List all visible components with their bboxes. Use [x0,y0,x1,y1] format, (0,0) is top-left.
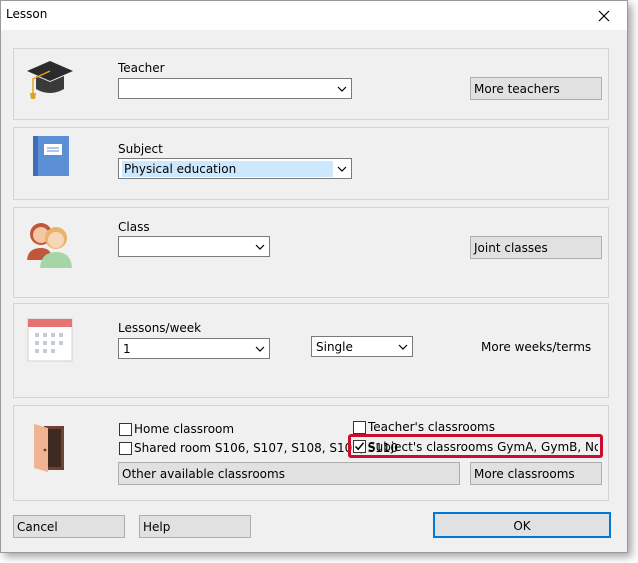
more-weeks-terms-button[interactable]: More weeks/terms [481,340,591,354]
lesson-type-select[interactable]: Single [311,336,413,357]
subject-select[interactable]: Physical education [118,158,352,179]
calendar-icon [27,318,73,362]
window-title: Lesson [6,7,48,21]
graduation-cap-icon [27,61,73,99]
subject-select-value: Physical education [122,161,333,177]
close-icon [598,10,610,21]
joint-classes-button[interactable]: Joint classes [470,236,602,259]
teacher-panel: Teacher More teachers [13,48,609,120]
class-panel: Class Joint classes [13,207,609,298]
more-classrooms-button[interactable]: More classrooms [470,462,602,485]
class-select[interactable] [118,236,270,257]
door-icon [34,424,64,472]
classrooms-panel: Home classroom Shared room S106, S107, S… [13,405,609,501]
subjects-classrooms-label: Subject's classrooms GymA, GymB, Normal:… [368,440,598,454]
teachers-classrooms-label: Teacher's classrooms [368,420,495,434]
subjects-classrooms-checkbox[interactable] [353,440,366,453]
ok-label: OK [513,519,531,533]
home-classroom-checkbox[interactable] [119,423,132,436]
book-icon [33,136,69,176]
subject-panel: Subject Physical education [13,127,609,200]
lesson-type-value: Single [316,340,353,354]
more-classrooms-label: More classrooms [474,467,575,481]
cancel-button[interactable]: Cancel [13,515,125,538]
title-bar: Lesson [1,1,627,30]
chevron-down-icon [398,344,408,350]
lessons-week-label: Lessons/week [118,321,202,335]
chevron-down-icon [337,166,347,172]
help-label: Help [143,520,171,534]
joint-classes-label: Joint classes [474,241,548,255]
lessons-week-value: 1 [123,342,131,356]
help-button[interactable]: Help [139,515,251,538]
close-button[interactable] [581,1,627,30]
teacher-select[interactable] [118,78,352,99]
class-label: Class [118,220,150,234]
lessons-week-select[interactable]: 1 [118,338,270,359]
other-available-classrooms-button[interactable]: Other available classrooms [118,462,460,485]
ok-button[interactable]: OK [433,512,611,538]
subject-label: Subject [118,142,163,156]
chevron-down-icon [255,346,265,352]
shared-room-checkbox[interactable] [119,442,132,455]
chevron-down-icon [337,86,347,92]
teacher-label: Teacher [118,61,165,75]
cancel-label: Cancel [17,520,58,534]
chevron-down-icon [255,244,265,250]
teachers-classrooms-checkbox[interactable] [353,421,366,434]
students-icon [27,223,72,268]
home-classroom-label: Home classroom [134,422,235,436]
checkmark-icon [354,442,365,451]
more-teachers-button[interactable]: More teachers [470,77,602,100]
lesson-dialog: Lesson Teacher More teachers Subject Phy… [0,0,628,553]
lessons-panel: Lessons/week 1 Single More weeks/terms [13,303,609,398]
more-teachers-label: More teachers [474,82,560,96]
other-available-classrooms-label: Other available classrooms [122,467,285,481]
